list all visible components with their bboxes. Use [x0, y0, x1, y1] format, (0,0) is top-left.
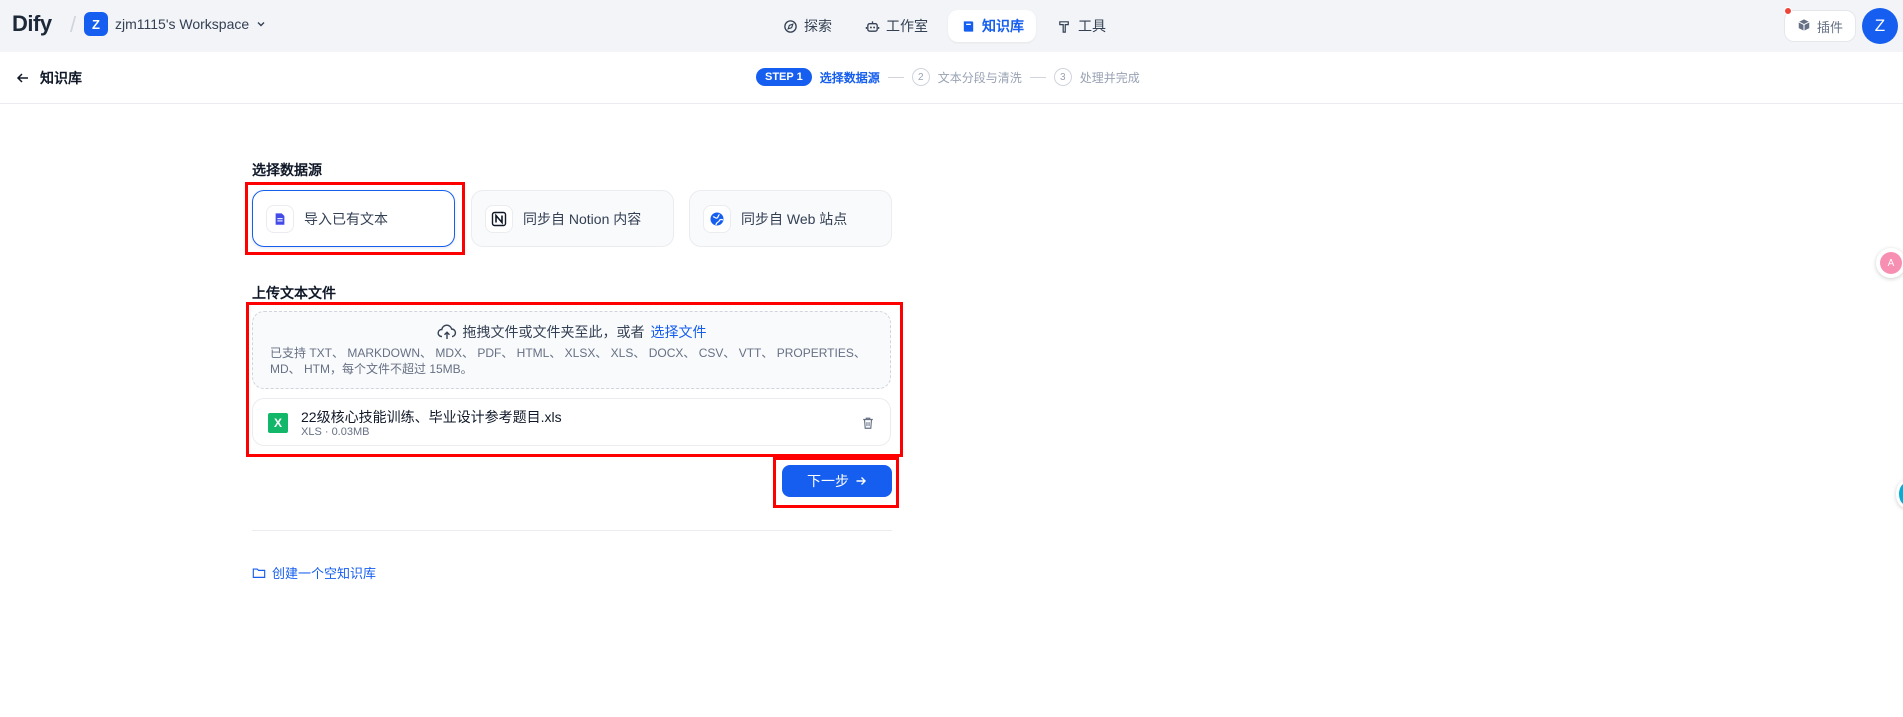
trash-icon [863, 417, 873, 429]
datasource-notion[interactable]: 同步自 Notion 内容 [471, 190, 674, 247]
nav-tools[interactable]: 工具 [1044, 10, 1118, 42]
step-1-badge: STEP 1 [756, 68, 812, 86]
arrow-right-icon [856, 477, 866, 485]
next-step-button[interactable]: 下一步 [782, 465, 892, 497]
nav-knowledge-label: 知识库 [982, 18, 1024, 34]
datasource-title: 选择数据源 [252, 162, 322, 178]
delete-file-button[interactable] [857, 412, 879, 434]
step-connector [887, 76, 904, 78]
arrow-left-icon [16, 73, 28, 83]
translate-icon: A [1880, 252, 1902, 274]
back-label: 知识库 [40, 70, 82, 86]
nav-studio-label: 工作室 [886, 18, 928, 34]
supported-formats-hint: 已支持 TXT、 MARKDOWN、 MDX、 PDF、 HTML、 XLSX、… [270, 346, 866, 376]
dropzone-prompt: 拖拽文件或文件夹至此，或者 选择文件 [253, 322, 890, 342]
create-empty-knowledge-link[interactable]: 创建一个空知识库 [252, 563, 376, 582]
nav-explore[interactable]: 探索 [770, 10, 844, 42]
step-2-label: 文本分段与清洗 [937, 70, 1022, 85]
uploaded-file-item: X 22级核心技能训练、毕业设计参考题目.xls XLS · 0.03MB [252, 398, 891, 446]
step-2-number: 2 [911, 68, 930, 86]
book-icon [960, 18, 976, 34]
nav-knowledge[interactable]: 知识库 [948, 10, 1036, 42]
assistant-widget[interactable] [1896, 480, 1903, 508]
workspace-switcher[interactable]: Z zjm1115's Workspace [84, 12, 266, 36]
select-file-link[interactable]: 选择文件 [651, 322, 707, 342]
chevron-down-icon [257, 22, 265, 27]
workspace-name: zjm1115's Workspace [115, 16, 250, 32]
notification-dot [1784, 7, 1792, 15]
nav-tools-label: 工具 [1078, 18, 1106, 34]
top-navbar: Dify / Z zjm1115's Workspace 探索 工作室 知识库 [0, 0, 1903, 52]
sub-header: 知识库 STEP 1 选择数据源 2 文本分段与清洗 3 处理并完成 [0, 52, 1903, 104]
excel-file-icon: X [268, 413, 288, 433]
datasource-web[interactable]: 同步自 Web 站点 [689, 190, 892, 247]
dropzone-text: 拖拽文件或文件夹至此，或者 [462, 324, 645, 340]
notion-icon [485, 204, 513, 233]
step-3-number: 3 [1053, 68, 1072, 86]
datasource-notion-label: 同步自 Notion 内容 [523, 210, 642, 227]
next-step-label: 下一步 [807, 473, 849, 489]
datasource-web-label: 同步自 Web 站点 [741, 210, 848, 227]
logo-separator: / [70, 12, 77, 37]
step-3-label: 处理并完成 [1079, 70, 1140, 85]
translate-widget[interactable]: A [1876, 248, 1903, 278]
globe-icon [703, 204, 731, 233]
dify-logo[interactable]: Dify [12, 11, 52, 37]
file-dropzone[interactable]: 拖拽文件或文件夹至此，或者 选择文件 已支持 TXT、 MARKDOWN、 MD… [252, 311, 891, 389]
cube-icon [1797, 18, 1811, 35]
nav-studio[interactable]: 工作室 [852, 10, 940, 42]
hammer-icon [1056, 18, 1072, 34]
back-to-knowledge-button[interactable]: 知识库 [16, 68, 82, 88]
user-avatar[interactable]: Z [1862, 8, 1898, 44]
step-connector [1029, 76, 1046, 78]
file-meta: XLS · 0.03MB [301, 426, 370, 438]
plugin-button[interactable]: 插件 [1784, 10, 1857, 42]
datasource-import-text[interactable]: 导入已有文本 [252, 190, 455, 247]
robot-icon [864, 18, 880, 34]
step-indicator: STEP 1 选择数据源 2 文本分段与清洗 3 处理并完成 [756, 68, 1140, 86]
datasource-import-text-label: 导入已有文本 [304, 210, 388, 227]
plugin-label: 插件 [1817, 19, 1844, 35]
file-name: 22级核心技能训练、毕业设计参考题目.xls [301, 409, 562, 425]
cloud-upload-icon [436, 324, 456, 339]
file-text-icon [266, 204, 294, 233]
workspace-avatar: Z [84, 12, 108, 36]
compass-icon [782, 18, 798, 34]
upload-title: 上传文本文件 [252, 285, 336, 301]
nav-explore-label: 探索 [804, 18, 832, 34]
step-1-label: 选择数据源 [819, 70, 880, 85]
create-empty-label: 创建一个空知识库 [272, 566, 377, 581]
main-nav: 探索 工作室 知识库 工具 [770, 10, 1118, 42]
folder-icon [252, 567, 266, 578]
section-divider [252, 530, 892, 531]
